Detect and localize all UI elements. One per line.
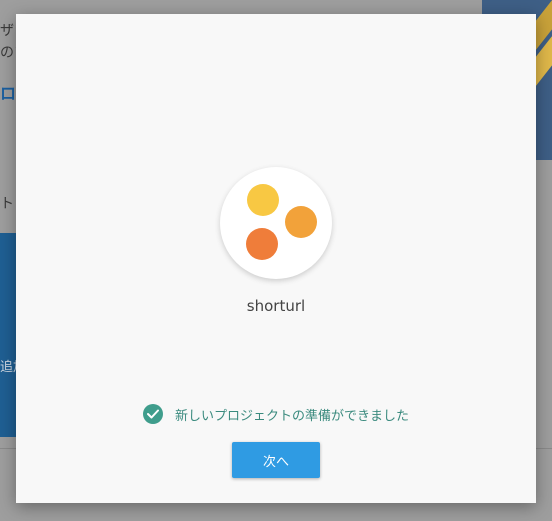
background-blue-card xyxy=(0,233,16,437)
next-button[interactable]: 次へ xyxy=(232,442,320,478)
check-circle-icon xyxy=(142,404,163,424)
logo-dot-yellow xyxy=(247,184,279,216)
page: ザ のソ ロ ト 追加 shorturl 新しいプロジェクトの準備ができました xyxy=(0,0,552,521)
project-name: shorturl xyxy=(246,297,306,315)
background-label: ト xyxy=(0,196,14,212)
project-logo xyxy=(220,167,332,279)
logo-dot-orange xyxy=(285,206,317,238)
status-row: 新しいプロジェクトの準備ができました xyxy=(16,404,536,424)
project-ready-dialog: shorturl 新しいプロジェクトの準備ができました 次へ xyxy=(16,14,536,503)
status-message: 新しいプロジェクトの準備ができました xyxy=(174,408,409,424)
background-link: ロ xyxy=(0,84,17,103)
logo-dot-red-orange xyxy=(246,228,278,260)
background-text-1: ザ xyxy=(0,23,14,39)
